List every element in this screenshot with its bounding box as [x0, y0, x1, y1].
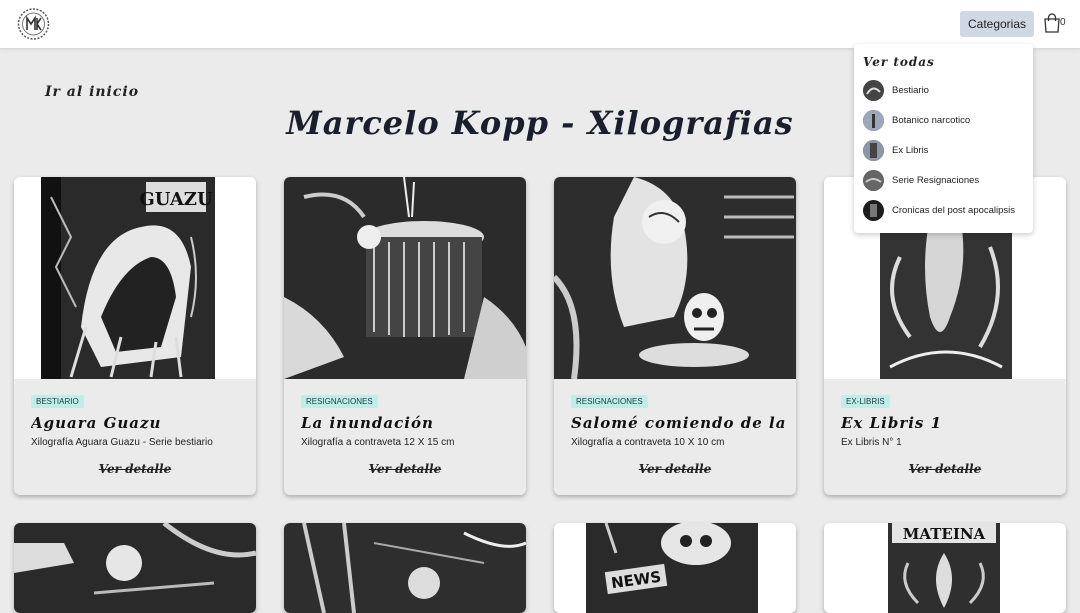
card-description: Xilografía a contraveta 12 X 15 cm — [301, 437, 455, 448]
categories-button[interactable]: Categorias — [960, 11, 1034, 37]
category-badge: BESTIARIO — [31, 395, 84, 408]
mateina-text: MATEINA — [903, 525, 986, 543]
category-thumbnail — [863, 200, 884, 221]
dropdown-view-all[interactable]: Ver todas — [863, 55, 935, 69]
category-thumbnail — [863, 140, 884, 161]
dropdown-item-label: Bestiario — [892, 85, 929, 96]
category-thumbnail — [863, 110, 884, 131]
home-link[interactable]: Ir al inicio — [45, 84, 139, 100]
dropdown-item-label: Botanico narcotico — [892, 115, 971, 126]
dropdown-item-label: Serie Resignaciones — [892, 175, 980, 186]
dropdown-item-serie-resignaciones[interactable]: Serie Resignaciones — [863, 170, 1028, 192]
view-detail-link[interactable]: Ver detalle — [824, 462, 1066, 476]
dropdown-item-ex-libris[interactable]: Ex Libris — [863, 140, 1028, 162]
site-header: Categorias 0 — [0, 0, 1080, 49]
shopping-bag-icon — [1044, 13, 1060, 33]
card-description: Xilografía a contraveta 10 X 10 cm — [571, 437, 725, 448]
card-description: Xilografía Aguara Guazu - Serie bestiari… — [31, 437, 213, 448]
card-title: La inundación — [301, 414, 434, 432]
view-detail-link[interactable]: Ver detalle — [14, 462, 256, 476]
category-thumbnail — [863, 170, 884, 191]
product-card[interactable]: GUAZU BESTIARIO Aguara Guazu Xilografía … — [14, 177, 256, 495]
category-thumbnail — [863, 80, 884, 101]
cart-count: 0 — [1060, 17, 1066, 28]
dropdown-item-cronicas-post-apocalipsis[interactable]: Cronicas del post apocalipsis — [863, 200, 1028, 222]
product-card[interactable]: RESIGNACIONES La inundación Xilografía a… — [284, 177, 526, 495]
card-title: Salomé comiendo de la... — [571, 414, 786, 432]
dropdown-item-bestiario[interactable]: Bestiario — [863, 80, 1028, 102]
cart-button[interactable]: 0 — [1043, 13, 1066, 35]
card-description: Ex Libris N° 1 — [841, 437, 902, 448]
product-image[interactable]: GUAZU — [14, 177, 256, 379]
product-image[interactable] — [284, 177, 526, 379]
categories-dropdown: Ver todas Bestiario Botanico narcotico E… — [854, 44, 1033, 233]
dropdown-item-label: Cronicas del post apocalipsis — [892, 205, 1016, 216]
svg-text:GUAZU: GUAZU — [139, 189, 213, 210]
card-title: Ex Libris 1 — [841, 414, 943, 432]
view-detail-link[interactable]: Ver detalle — [284, 462, 526, 476]
dropdown-item-label: Ex Libris — [892, 145, 929, 156]
category-badge: EX-LIBRIS — [841, 395, 890, 408]
dropdown-item-botanico-narcotico[interactable]: Botanico narcotico — [863, 110, 1028, 132]
card-title: Aguara Guazu — [31, 414, 162, 432]
mk-monogram-logo[interactable] — [13, 7, 54, 41]
product-image[interactable] — [554, 177, 796, 379]
product-card[interactable]: RESIGNACIONES Salomé comiendo de la... X… — [554, 177, 796, 495]
category-badge: RESIGNACIONES — [301, 395, 378, 408]
category-badge: RESIGNACIONES — [571, 395, 648, 408]
view-detail-link[interactable]: Ver detalle — [554, 462, 796, 476]
